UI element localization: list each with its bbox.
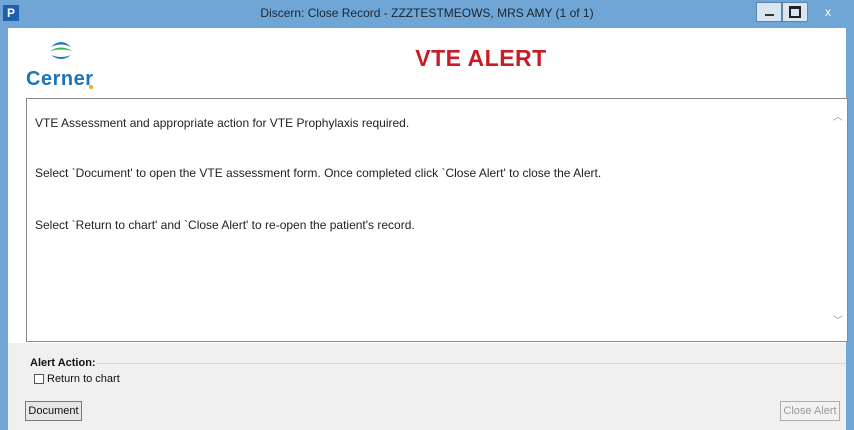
action-panel bbox=[8, 343, 846, 430]
window-title: Discern: Close Record - ZZZTESTMEOWS, MR… bbox=[260, 6, 594, 20]
scroll-down-icon[interactable]: ﹀ bbox=[833, 317, 843, 327]
minimize-button[interactable] bbox=[756, 2, 782, 22]
return-to-chart-label[interactable]: Return to chart bbox=[47, 373, 120, 385]
alert-action-label: Alert Action: bbox=[30, 357, 96, 369]
window-controls: x bbox=[756, 2, 848, 24]
message-line: Select `Return to chart' and `Close Aler… bbox=[35, 218, 415, 232]
message-box[interactable]: VTE Assessment and appropriate action fo… bbox=[26, 98, 848, 342]
close-icon: x bbox=[825, 5, 831, 19]
maximize-icon bbox=[789, 6, 801, 18]
title-bar[interactable]: P Discern: Close Record - ZZZTESTMEOWS, … bbox=[0, 0, 854, 28]
close-window-button[interactable]: x bbox=[808, 2, 848, 22]
logo-accent-dot bbox=[89, 85, 93, 89]
close-alert-button[interactable]: Close Alert bbox=[780, 401, 840, 421]
section-divider bbox=[96, 363, 846, 364]
alert-title: VTE ALERT bbox=[415, 45, 547, 71]
scroll-up-icon[interactable]: ︿ bbox=[833, 113, 843, 123]
return-to-chart-checkbox[interactable] bbox=[34, 374, 44, 384]
message-line: Select `Document' to open the VTE assess… bbox=[35, 166, 602, 180]
minimize-icon bbox=[764, 14, 774, 16]
maximize-button[interactable] bbox=[782, 2, 808, 22]
return-to-chart-option[interactable]: Return to chart bbox=[34, 372, 120, 386]
document-button[interactable]: Document bbox=[25, 401, 82, 421]
message-line: VTE Assessment and appropriate action fo… bbox=[35, 116, 410, 130]
